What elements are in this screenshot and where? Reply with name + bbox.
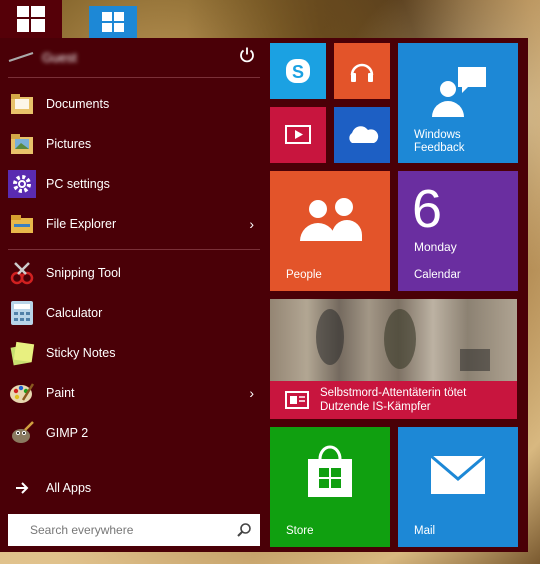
tile-label: Calendar (414, 269, 461, 281)
video-icon (285, 125, 311, 144)
place-documents[interactable]: Documents (8, 86, 260, 122)
tile-news[interactable]: Selbstmord-Attentäterin tötet Dutzende I… (270, 299, 517, 419)
news-photo (270, 299, 517, 381)
documents-folder-icon (8, 90, 36, 118)
app-label: Snipping Tool (46, 266, 121, 280)
calendar-day-name: Monday (414, 240, 457, 254)
gear-icon (8, 170, 36, 198)
user-account[interactable]: Guest (8, 46, 260, 68)
chevron-right-icon[interactable]: › (249, 385, 254, 401)
file-explorer-icon (8, 210, 36, 238)
snipping-tool-icon (8, 259, 36, 287)
place-file-explorer[interactable]: File Explorer › (8, 206, 260, 242)
app-label: GIMP 2 (46, 426, 89, 440)
news-photo-image (270, 299, 517, 381)
arrow-right-icon (8, 474, 36, 502)
onedrive-cloud-icon (349, 126, 379, 143)
tile-label: Store (286, 525, 314, 537)
news-headline-line2: Dutzende IS-Kämpfer (320, 401, 431, 413)
search-box[interactable] (8, 514, 260, 546)
app-calculator[interactable]: Calculator (8, 295, 260, 331)
feedback-icon (432, 67, 486, 117)
tile-label: Windows Feedback (414, 129, 465, 155)
power-icon[interactable] (238, 46, 256, 64)
store-bag-icon (308, 445, 352, 497)
tile-skype[interactable]: S (270, 43, 326, 99)
place-label: Pictures (46, 137, 92, 151)
tile-calendar[interactable]: 6 Monday Calendar (398, 171, 518, 291)
windows-logo-icon (102, 12, 124, 32)
search-input[interactable] (28, 522, 236, 538)
all-apps-button[interactable]: All Apps (8, 470, 260, 506)
all-apps-label: All Apps (46, 481, 92, 495)
user-name: Guest (42, 49, 77, 65)
app-label: Paint (46, 386, 75, 400)
start-menu: Guest Documents Pictures PC settings Fil… (0, 38, 528, 552)
tile-people[interactable]: People (270, 171, 390, 291)
news-icon (285, 391, 309, 409)
search-icon[interactable] (236, 522, 252, 538)
app-snipping-tool[interactable]: Snipping Tool (8, 255, 260, 291)
people-icon (300, 198, 362, 241)
calendar-day-number: 6 (412, 179, 443, 239)
sticky-notes-icon (8, 339, 36, 367)
paint-palette-icon (8, 379, 36, 407)
gimp-icon (8, 419, 36, 447)
feedback-label-line1: Windows (414, 129, 461, 141)
tile-music[interactable] (334, 43, 390, 99)
divider (8, 77, 260, 78)
app-label: Sticky Notes (46, 346, 116, 360)
place-pictures[interactable]: Pictures (8, 126, 260, 162)
tile-windows-feedback[interactable]: Windows Feedback (398, 43, 518, 163)
avatar (8, 52, 34, 62)
tile-video[interactable] (270, 107, 326, 163)
app-gimp[interactable]: GIMP 2 (8, 415, 260, 451)
feedback-label-line2: Feedback (414, 142, 465, 154)
news-headline-bar: Selbstmord-Attentäterin tötet Dutzende I… (270, 381, 517, 419)
news-headline: Selbstmord-Attentäterin tötet Dutzende I… (320, 386, 466, 414)
start-button[interactable] (0, 0, 62, 38)
place-label: PC settings (46, 177, 110, 191)
chevron-right-icon[interactable]: › (249, 216, 254, 232)
place-pc-settings[interactable]: PC settings (8, 166, 260, 202)
svg-text:S: S (292, 62, 304, 82)
place-label: Documents (46, 97, 110, 111)
app-label: Calculator (46, 306, 103, 320)
tile-label: People (286, 269, 322, 281)
start-menu-left-pane: Guest Documents Pictures PC settings Fil… (0, 38, 268, 552)
windows-logo-icon (17, 6, 45, 32)
tile-onedrive[interactable] (334, 107, 390, 163)
mail-envelope-icon (430, 455, 486, 494)
tile-store[interactable]: Store (270, 427, 390, 547)
news-headline-line1: Selbstmord-Attentäterin tötet (320, 387, 467, 399)
app-paint[interactable]: Paint › (8, 375, 260, 411)
divider (8, 249, 260, 250)
tile-label: Mail (414, 525, 436, 537)
pictures-folder-icon (8, 130, 36, 158)
skype-icon: S (286, 59, 310, 83)
tile-mail[interactable]: Mail (398, 427, 518, 547)
taskbar-store-icon[interactable] (89, 6, 137, 38)
headphones-icon (350, 63, 374, 82)
calculator-icon (8, 299, 36, 327)
app-sticky-notes[interactable]: Sticky Notes (8, 335, 260, 371)
place-label: File Explorer (46, 217, 117, 231)
